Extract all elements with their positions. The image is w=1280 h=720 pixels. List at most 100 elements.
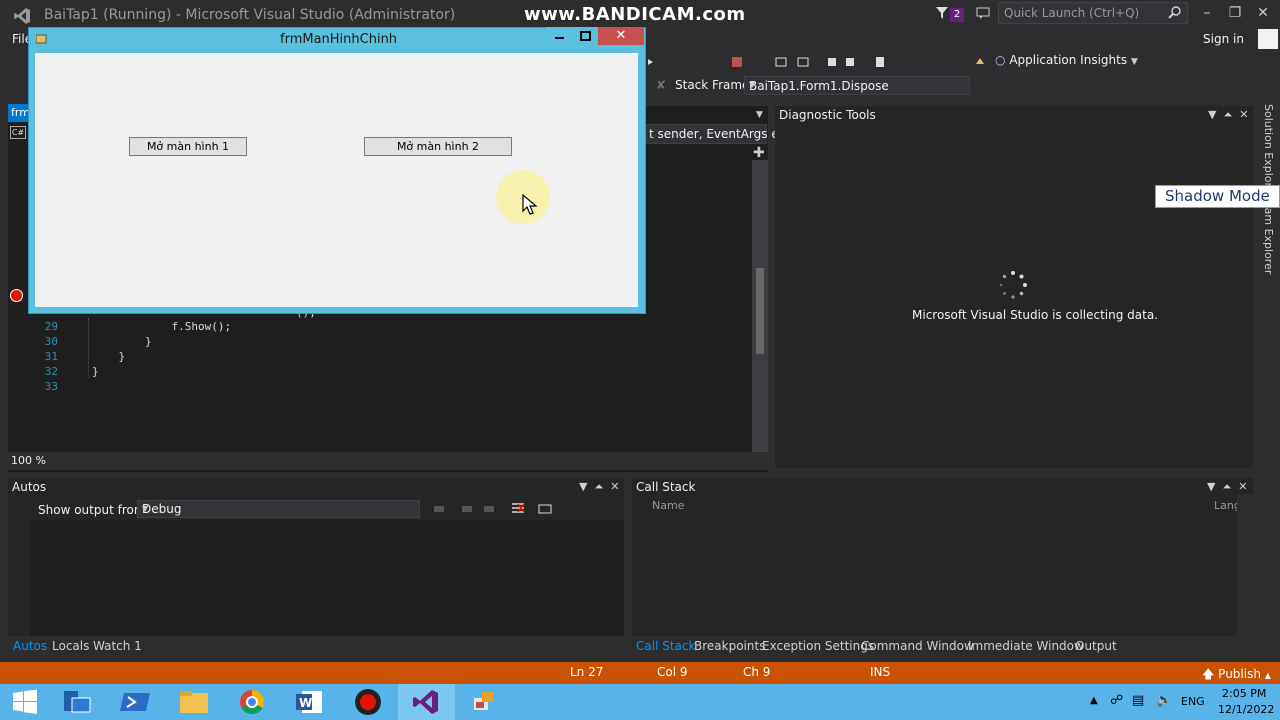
tray-volume-icon[interactable]: 🔈 — [1156, 693, 1172, 708]
call-stack-scrollbar[interactable] — [1237, 494, 1253, 636]
notification-badge[interactable]: 2 — [950, 8, 964, 22]
panel-controls[interactable]: ▼ ⏶ ✕ — [1208, 108, 1248, 122]
sign-in-link[interactable]: Sign in — [1203, 32, 1244, 46]
mouse-cursor-icon — [522, 194, 538, 215]
editor-scroll-thumb[interactable] — [756, 268, 764, 354]
svg-text:W: W — [299, 696, 312, 710]
loading-spinner-icon — [999, 271, 1027, 299]
editor-document-tab[interactable]: frm — [8, 104, 30, 122]
tab-breakpoints[interactable]: Breakpoints — [694, 639, 765, 653]
stack-frame-dropdown[interactable]: BaiTap1.Form1.Dispose ▼ — [744, 76, 970, 95]
user-avatar-icon[interactable] — [1258, 29, 1278, 49]
show-output-from-label: Show output from: — [38, 503, 150, 517]
code-line[interactable]: f.Show(); — [92, 320, 231, 333]
publish-button[interactable]: 🡅 Publish ▲ — [1202, 665, 1271, 686]
line-number: 31 — [44, 350, 58, 363]
taskbar-bandicam-icon[interactable] — [340, 684, 397, 720]
recording-watermark: www.BANDICAM.com — [524, 4, 746, 25]
split-editor-icon[interactable]: ✚ — [753, 145, 765, 161]
app-insights-label: Application Insights — [1009, 53, 1128, 67]
column-header-name[interactable]: Name — [652, 499, 684, 512]
notification-flag-icon[interactable] — [936, 7, 948, 19]
tab-locals[interactable]: Locals — [52, 639, 89, 653]
publish-label: Publish — [1218, 667, 1261, 681]
taskbar-visual-studio-icon[interactable] — [398, 684, 455, 720]
tab-immediate-window[interactable]: Immediate Window — [968, 639, 1084, 653]
panel-controls[interactable]: ▼ ⏶ ✕ — [579, 480, 619, 494]
zoom-bar[interactable]: 100 % — [8, 452, 768, 470]
taskbar-chrome-icon[interactable] — [224, 684, 281, 720]
taskbar-running-app-icon[interactable] — [456, 684, 513, 720]
quick-launch-placeholder: Quick Launch (Ctrl+Q) — [1004, 6, 1140, 20]
lightbulb-icon: ○ — [995, 53, 1006, 67]
status-char: Ch 9 — [743, 665, 771, 679]
clock-date[interactable]: 12/1/2022 — [1218, 703, 1274, 716]
search-icon — [1168, 6, 1181, 19]
quick-launch-input[interactable]: Quick Launch (Ctrl+Q) — [998, 2, 1188, 24]
indent-guide — [88, 318, 89, 378]
diagnostic-tools-title: Diagnostic Tools — [779, 108, 876, 122]
member-navigation-dropdown[interactable]: t sender, EventArgs e) — [645, 124, 783, 144]
taskbar-powershell-icon[interactable] — [108, 684, 165, 720]
windows-start-icon[interactable] — [12, 689, 38, 715]
code-line[interactable]: } — [92, 350, 125, 363]
debug-toolbar — [648, 55, 988, 69]
form-minimize-icon[interactable] — [546, 27, 573, 45]
member-navigation-value: t sender, EventArgs e) — [649, 127, 784, 141]
taskbar-file-explorer-icon[interactable] — [166, 684, 223, 720]
word-wrap-icon[interactable] — [538, 504, 552, 514]
minimize-icon[interactable]: – — [1196, 4, 1218, 22]
input-language-indicator[interactable]: ENG — [1181, 695, 1205, 708]
tab-exception-settings[interactable]: Exception Settings — [762, 639, 874, 653]
tab-output[interactable]: Output — [1075, 639, 1117, 653]
chevron-down-icon: ▼ — [1130, 57, 1138, 67]
next-message-icon[interactable] — [484, 506, 494, 512]
form-close-icon[interactable]: ✕ — [598, 27, 644, 45]
output-source-dropdown[interactable]: Debug ▼ — [137, 500, 420, 518]
status-insert-mode: INS — [870, 665, 891, 679]
restore-icon[interactable]: ❐ — [1224, 4, 1246, 22]
status-column: Col 9 — [657, 665, 688, 679]
line-number: 32 — [44, 365, 58, 378]
code-line[interactable]: } — [92, 335, 152, 348]
tab-command-window[interactable]: Command Window — [861, 639, 974, 653]
zoom-level[interactable]: 100 % — [11, 454, 46, 467]
open-screen-1-button[interactable]: Mở màn hình 1 — [129, 137, 247, 156]
close-icon[interactable]: ✕ — [1252, 4, 1274, 22]
prev-message-icon[interactable] — [462, 506, 472, 512]
line-number: 33 — [44, 380, 58, 393]
tab-autos[interactable]: Autos — [13, 639, 47, 653]
taskbar-word-icon[interactable]: W — [282, 684, 339, 720]
breakpoint-icon[interactable] — [10, 289, 23, 302]
side-tab-solution-explorer[interactable]: Solution Explorer — [1262, 104, 1275, 198]
application-insights-button[interactable]: ○ Application Insights ▼ — [995, 53, 1138, 67]
tray-device-icon[interactable]: ▤ — [1132, 693, 1144, 708]
tray-network-icon[interactable]: ☍ — [1110, 693, 1123, 708]
panel-controls[interactable]: ▼ ⏶ ✕ — [1207, 480, 1247, 494]
autos-title: Autos — [12, 480, 47, 494]
taskbar-network-app[interactable] — [50, 684, 107, 720]
stack-frame-label: Stack Frame: — [675, 78, 754, 92]
open-screen-2-button[interactable]: Mở màn hình 2 — [364, 137, 512, 156]
window-title: BaiTap1 (Running) - Microsoft Visual Stu… — [44, 7, 456, 23]
thread-icon: ✘ — [656, 78, 667, 92]
tab-watch-1[interactable]: Watch 1 — [93, 639, 142, 653]
line-number: 29 — [44, 320, 58, 333]
status-bar — [0, 662, 1280, 684]
output-toolbar — [432, 502, 557, 516]
form-maximize-icon[interactable] — [573, 27, 598, 45]
call-stack-panel — [632, 478, 1253, 636]
tab-call-stack[interactable]: Call Stack — [636, 639, 695, 653]
form-app-icon[interactable] — [36, 33, 48, 45]
clock-time[interactable]: 2:05 PM — [1222, 687, 1266, 700]
code-line[interactable]: } — [92, 365, 99, 378]
line-number: 30 — [44, 335, 58, 348]
tray-chevron-up-icon[interactable]: ▲ — [1090, 695, 1098, 706]
chevron-down-icon: ▼ — [142, 504, 149, 513]
feedback-icon[interactable] — [976, 6, 990, 20]
toolbar-icons[interactable] — [648, 55, 988, 69]
csharp-file-icon: C# — [10, 126, 26, 139]
chevron-down-icon[interactable]: ▼ — [756, 110, 763, 120]
output-text-area[interactable] — [30, 520, 624, 636]
find-icon[interactable] — [434, 506, 444, 512]
